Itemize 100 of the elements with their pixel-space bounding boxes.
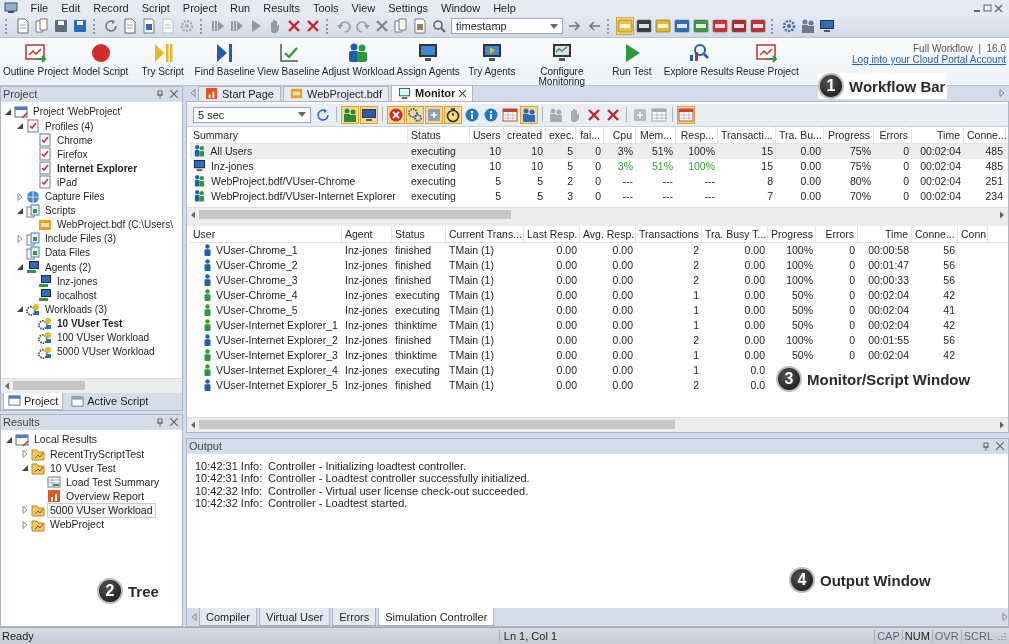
expander-icon[interactable] xyxy=(16,263,24,271)
output-tab[interactable]: Errors xyxy=(332,608,377,627)
workflow-button[interactable]: Configure Monitoring xyxy=(522,37,601,85)
column-header[interactable]: exec. xyxy=(546,126,576,143)
tree-item[interactable]: 5000 VUser Workload xyxy=(54,344,158,360)
column-header[interactable]: Errors xyxy=(816,225,858,242)
tree-item[interactable]: Capture Files xyxy=(42,189,108,205)
users-icon[interactable] xyxy=(799,17,817,36)
column-header[interactable]: Transacti... xyxy=(718,126,776,143)
cloud-login-link[interactable]: Log into your Cloud Portal Account xyxy=(852,53,1006,65)
workflow-button[interactable]: Outline Project xyxy=(2,37,70,85)
close-icon[interactable] xyxy=(170,90,178,99)
output-tab[interactable]: Virtual User xyxy=(259,608,331,627)
document-icon[interactable] xyxy=(711,17,729,36)
grid-icon[interactable] xyxy=(650,105,668,124)
document-icon[interactable] xyxy=(121,17,139,36)
horizontal-scrollbar[interactable] xyxy=(1,377,182,393)
tree-item[interactable]: RecentTryScriptTest xyxy=(47,446,148,462)
workflow-button[interactable]: Model Script xyxy=(69,37,132,85)
scroll-left-icon[interactable] xyxy=(4,381,10,390)
column-header[interactable]: Errors xyxy=(874,126,912,143)
scroll-left-icon[interactable] xyxy=(191,613,197,622)
tree-item[interactable]: Firefox xyxy=(54,146,91,162)
resize-grip-icon[interactable] xyxy=(997,631,1007,641)
table-row[interactable]: WebProject.bdf/VUser-Internet Explorer executing 5 5 3 0 --- --- --- 7 0.00 70% 0 00:02:04 234 xyxy=(190,188,1008,204)
workflow-button[interactable]: Explore Results xyxy=(662,37,735,85)
scroll-left-icon[interactable] xyxy=(190,89,196,98)
expander-icon[interactable] xyxy=(4,107,12,116)
horizontal-scrollbar[interactable] xyxy=(187,206,1008,222)
tree-item[interactable]: Load Test Summary xyxy=(63,474,163,490)
tree-item[interactable]: Scripts xyxy=(42,203,79,219)
menu-item[interactable]: Window xyxy=(434,0,487,16)
workflow-button[interactable]: Try Script xyxy=(131,37,194,85)
menu-item[interactable]: View xyxy=(345,0,382,16)
tree-item[interactable]: WebProject xyxy=(47,517,108,533)
column-header[interactable]: Transactions xyxy=(636,225,702,242)
close-icon[interactable] xyxy=(170,418,178,427)
menu-item[interactable]: Script xyxy=(135,0,177,16)
tree-item[interactable]: Workloads (3) xyxy=(42,301,111,317)
menu-item[interactable]: Help xyxy=(486,0,523,16)
tree-item[interactable]: localhost xyxy=(54,287,100,303)
column-header[interactable]: Conn xyxy=(958,225,988,242)
scroll-right-icon[interactable] xyxy=(999,89,1005,98)
column-header[interactable]: created xyxy=(504,126,546,143)
column-header[interactable]: Tra. Bu... xyxy=(776,126,824,143)
monitor-icon[interactable] xyxy=(360,105,378,124)
column-header[interactable]: Time xyxy=(912,126,964,143)
column-header[interactable]: Conne... xyxy=(964,126,1006,143)
menu-item[interactable]: Record xyxy=(86,0,136,16)
caret-icon[interactable] xyxy=(550,23,558,29)
users-icon[interactable] xyxy=(341,105,359,124)
tree-item[interactable]: Internet Explorer xyxy=(54,160,141,176)
column-header[interactable]: Avg. Resp. xyxy=(580,225,636,242)
copy-icon[interactable] xyxy=(392,17,410,36)
menu-item[interactable]: Project xyxy=(176,0,224,16)
column-header[interactable]: Progress xyxy=(824,126,874,143)
column-header[interactable]: Tra. Busy T... xyxy=(702,225,768,242)
column-header[interactable]: Progress xyxy=(768,225,816,242)
tree-item[interactable]: WebProject.bdf (C:\Users\ xyxy=(54,217,176,233)
tree-item[interactable]: Profiles (4) xyxy=(42,118,97,134)
workflow-button[interactable]: Run Test xyxy=(600,37,663,85)
workflow-button[interactable]: Try Agents xyxy=(460,37,523,85)
output-tab[interactable]: Simulation Controller xyxy=(378,608,495,627)
tree-item[interactable]: Data Files xyxy=(42,245,93,261)
open-file-icon[interactable] xyxy=(33,17,51,36)
paste-icon[interactable] xyxy=(411,17,429,36)
scroll-right-icon[interactable] xyxy=(1002,613,1008,622)
menu-item[interactable]: Settings xyxy=(381,0,435,16)
tree-item[interactable]: Local Results xyxy=(31,432,101,448)
column-header[interactable]: Cpu xyxy=(604,126,636,143)
expander-icon[interactable] xyxy=(16,305,24,314)
export-icon[interactable] xyxy=(140,17,158,36)
column-header[interactable]: Agent xyxy=(342,225,392,242)
tree-item[interactable]: 10 VUser Test xyxy=(47,460,119,476)
menu-item[interactable]: Run xyxy=(223,0,257,16)
tree-item[interactable]: iPad xyxy=(54,174,80,190)
table-icon[interactable] xyxy=(501,105,519,124)
workflow-button[interactable]: Assign Agents xyxy=(395,37,461,85)
close-icon[interactable] xyxy=(459,89,467,97)
users-icon[interactable] xyxy=(520,105,538,124)
tree-item[interactable]: Agents (2) xyxy=(42,259,95,275)
table-row[interactable]: WebProject.bdf/VUser-Chrome executing 5 5 2 0 --- --- --- 8 0.00 80% 0 00:02:04 251 xyxy=(190,173,1008,189)
scroll-right-icon[interactable] xyxy=(999,420,1005,429)
monitor-icon[interactable] xyxy=(635,17,653,36)
timer-icon[interactable] xyxy=(444,105,462,124)
tree-item[interactable]: Include Files (3) xyxy=(42,231,120,247)
workflow-button[interactable]: Adjust Workload xyxy=(320,37,396,85)
tree-item[interactable]: Chrome xyxy=(54,132,96,148)
tree-item[interactable]: Inz-jones xyxy=(54,273,101,289)
column-header[interactable]: Mem... xyxy=(636,126,676,143)
document-icon[interactable] xyxy=(749,17,767,36)
expander-icon[interactable] xyxy=(5,435,13,444)
document-icon[interactable] xyxy=(730,17,748,36)
column-header[interactable]: Summary xyxy=(190,126,408,143)
tree-item[interactable]: 100 VUser Workload xyxy=(54,329,153,345)
expander-icon[interactable] xyxy=(21,464,29,473)
tree-item[interactable]: Overview Report xyxy=(63,488,148,504)
table-row[interactable]: Inz-jones executing 10 10 5 0 3% 51% 100% 15 0.00 75% 0 00:02:04 485 xyxy=(190,158,1008,174)
pin-icon[interactable] xyxy=(982,441,990,451)
tree-item[interactable]: Project 'WebProject' xyxy=(30,104,126,120)
